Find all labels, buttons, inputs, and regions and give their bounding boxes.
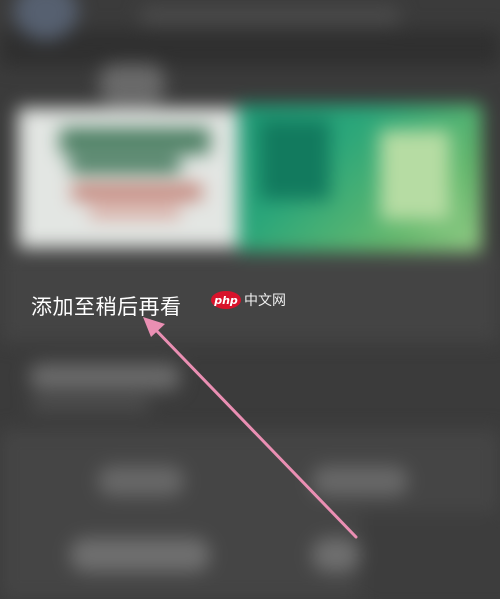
option-pill-2[interactable] (312, 466, 408, 496)
top-bar-title (140, 6, 400, 26)
option-pill-1[interactable] (98, 466, 184, 496)
top-bar (0, 30, 500, 66)
watermark: php 中文网 (211, 290, 286, 310)
top-icon[interactable] (100, 64, 164, 104)
banner-left-headline (60, 128, 210, 154)
add-to-watch-later-label[interactable]: 添加至稍后再看 (31, 291, 182, 321)
screen: 添加至稍后再看 php 中文网 (0, 0, 500, 599)
menu-item-sub (30, 398, 150, 410)
banner-right-glow (380, 130, 450, 220)
banner-right-shape (260, 120, 330, 200)
bottom-right-area (360, 512, 500, 599)
option-pill-4[interactable] (312, 538, 360, 572)
banner-left-highlight-2 (90, 206, 180, 218)
banner-left-highlight (72, 184, 202, 200)
option-pill-3[interactable] (70, 538, 210, 572)
menu-item[interactable] (30, 364, 180, 390)
banner-left-subline (70, 158, 180, 172)
php-logo-icon: php (211, 291, 241, 309)
watermark-site-text: 中文网 (244, 293, 286, 309)
